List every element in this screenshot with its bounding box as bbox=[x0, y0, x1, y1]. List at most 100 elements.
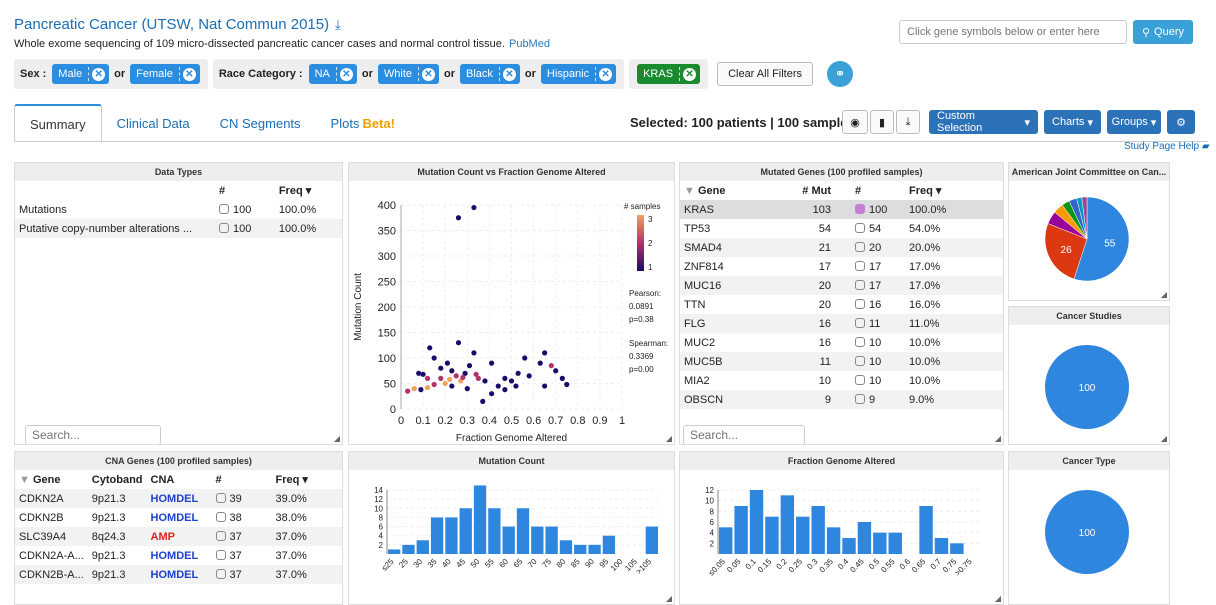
study-title-text[interactable]: Pancreatic Cancer (UTSW, Nat Commun 2015… bbox=[14, 16, 329, 33]
gene-header[interactable]: ▼ Gene bbox=[680, 181, 790, 200]
mutation-count-bar-chart[interactable]: 2468101214 ≤25 25 30 35 40 45 50 55 60 65 70 75 80 85 9… bbox=[349, 470, 675, 605]
checkbox[interactable] bbox=[219, 222, 229, 233]
gene-name[interactable]: CDKN2B bbox=[15, 508, 88, 527]
remove-icon[interactable]: ✕ bbox=[599, 67, 613, 81]
table-row[interactable]: SMAD4 21 20 20.0% bbox=[680, 238, 1003, 257]
custom-selection-button[interactable]: Custom Selection ▾ bbox=[929, 110, 1038, 134]
filter-chip-hispanic[interactable]: Hispanic ✕ bbox=[540, 64, 617, 84]
scatter-plot[interactable]: 0 0.1 0.2 0.3 0.4 0.5 0.6 0.7 0.8 0.9 105010015020… bbox=[349, 181, 675, 445]
filter-chip-kras[interactable]: KRAS ✕ bbox=[637, 64, 701, 84]
checkbox[interactable] bbox=[855, 393, 865, 404]
filter-chip-female[interactable]: Female ✕ bbox=[130, 64, 200, 84]
tab-summary[interactable]: Summary bbox=[14, 104, 102, 142]
gene-name[interactable]: MUC16 bbox=[680, 276, 790, 295]
table-row[interactable]: CDKN2B-A... 9p21.3 HOMDEL 37 37.0% bbox=[15, 565, 342, 584]
checkbox[interactable] bbox=[855, 260, 865, 271]
table-row[interactable]: Mutations 100 100.0% bbox=[15, 200, 342, 219]
gene-name[interactable]: MIA2 bbox=[680, 371, 790, 390]
table-row[interactable]: TP53 54 54 54.0% bbox=[680, 219, 1003, 238]
filter-chip-black[interactable]: Black ✕ bbox=[460, 64, 520, 84]
cancer-studies-pie-chart[interactable]: 100 bbox=[1009, 325, 1169, 445]
query-button[interactable]: ⚲ Query bbox=[1133, 20, 1193, 44]
freq-header[interactable]: Freq ▾ bbox=[275, 181, 342, 200]
table-row[interactable]: MIA2 10 10 10.0% bbox=[680, 371, 1003, 390]
checkbox[interactable] bbox=[215, 530, 226, 541]
checkbox[interactable] bbox=[215, 492, 226, 503]
gene-query-input[interactable] bbox=[899, 20, 1127, 44]
download-icon[interactable]: ⤓ bbox=[335, 17, 341, 32]
groups-button[interactable]: Groups ▾ bbox=[1107, 110, 1161, 134]
gene-name[interactable]: CDKN2A bbox=[15, 489, 88, 508]
table-row[interactable]: Putative copy-number alterations ... 100 1… bbox=[15, 219, 342, 238]
remove-icon[interactable]: ✕ bbox=[182, 67, 196, 81]
mut-header[interactable]: # Mut bbox=[790, 181, 835, 200]
checkbox[interactable] bbox=[855, 355, 865, 366]
resize-handle[interactable]: ◢ bbox=[1161, 434, 1167, 443]
gene-name[interactable]: TP53 bbox=[680, 219, 790, 238]
pubmed-link[interactable]: PubMed bbox=[509, 38, 550, 50]
checkbox[interactable] bbox=[855, 222, 865, 233]
table-row[interactable]: CDKN2B 9p21.3 HOMDEL 38 38.0% bbox=[15, 508, 342, 527]
remove-icon[interactable]: ✕ bbox=[683, 67, 697, 81]
gene-name[interactable]: FLG bbox=[680, 314, 790, 333]
table-row[interactable]: OBSCN 9 9 9.0% bbox=[680, 390, 1003, 409]
gene-name[interactable]: CDKN2B-A... bbox=[15, 565, 88, 584]
freq-header[interactable]: Freq ▾ bbox=[272, 470, 342, 489]
gene-name[interactable]: TTN bbox=[680, 295, 790, 314]
table-row[interactable]: MUC2 16 10 10.0% bbox=[680, 333, 1003, 352]
checkbox[interactable] bbox=[219, 203, 229, 214]
gene-name[interactable]: CDKN2A-A... bbox=[15, 546, 88, 565]
checkbox[interactable] bbox=[215, 549, 226, 560]
gene-name[interactable]: MUC5B bbox=[680, 352, 790, 371]
resize-handle[interactable]: ◢ bbox=[995, 594, 1001, 603]
remove-icon[interactable]: ✕ bbox=[502, 67, 516, 81]
checkbox[interactable] bbox=[855, 374, 865, 385]
count-header[interactable]: # bbox=[835, 181, 905, 200]
bookmark-icon[interactable]: ▮ bbox=[870, 110, 894, 134]
resize-handle[interactable]: ◢ bbox=[995, 434, 1001, 443]
table-row[interactable]: KRAS 103 100 100.0% bbox=[680, 200, 1003, 219]
filter-chip-male[interactable]: Male ✕ bbox=[52, 64, 110, 84]
checkbox[interactable] bbox=[215, 568, 226, 579]
settings-gear-icon[interactable]: ⚙ bbox=[1167, 110, 1195, 134]
table-row[interactable]: MUC5B 11 10 10.0% bbox=[680, 352, 1003, 371]
gene-name[interactable]: ZNF814 bbox=[680, 257, 790, 276]
count-header[interactable]: # bbox=[212, 470, 272, 489]
checkbox[interactable] bbox=[855, 279, 865, 290]
cancer-type-pie-chart[interactable]: 100 bbox=[1009, 470, 1169, 590]
checkbox[interactable] bbox=[855, 298, 865, 309]
table-row[interactable]: ZNF814 17 17 17.0% bbox=[680, 257, 1003, 276]
cna-header[interactable]: CNA bbox=[147, 470, 212, 489]
clear-all-filters-button[interactable]: Clear All Filters bbox=[717, 62, 814, 86]
resize-handle[interactable]: ◢ bbox=[666, 434, 672, 443]
gene-name[interactable]: KRAS bbox=[680, 200, 790, 219]
link-icon[interactable]: ⚭ bbox=[827, 61, 854, 87]
fga-bar-chart[interactable]: 24681012≤0.050.05 0.10.15 0.20.25 0.30.35 0.… bbox=[680, 470, 1004, 605]
ajcc-pie-chart[interactable]: 55 26 bbox=[1009, 181, 1169, 301]
gene-name[interactable]: OBSCN bbox=[680, 390, 790, 409]
gene-name[interactable]: SMAD4 bbox=[680, 238, 790, 257]
table-row[interactable]: TTN 20 16 16.0% bbox=[680, 295, 1003, 314]
filter-chip-na[interactable]: NA ✕ bbox=[308, 64, 357, 84]
gene-name[interactable]: SLC39A4 bbox=[15, 527, 88, 546]
filter-chip-white[interactable]: White ✕ bbox=[377, 64, 439, 84]
data-types-search-input[interactable] bbox=[25, 425, 161, 444]
table-row[interactable]: MUC16 20 17 17.0% bbox=[680, 276, 1003, 295]
freq-header[interactable]: Freq ▾ bbox=[905, 181, 1003, 200]
checkbox[interactable] bbox=[855, 203, 865, 214]
resize-handle[interactable]: ◢ bbox=[666, 594, 672, 603]
mutated-genes-search-input[interactable] bbox=[683, 425, 805, 444]
tab-cn-segments[interactable]: CN Segments bbox=[205, 104, 316, 142]
checkbox[interactable] bbox=[855, 317, 865, 328]
cytoband-header[interactable]: Cytoband bbox=[88, 470, 147, 489]
study-page-help-link[interactable]: Study Page Help ▰ bbox=[1124, 141, 1210, 152]
gene-header[interactable]: ▼ Gene bbox=[15, 470, 88, 489]
count-header[interactable]: # bbox=[215, 181, 275, 200]
table-row[interactable]: CDKN2A 9p21.3 HOMDEL 39 39.0% bbox=[15, 489, 342, 508]
tab-plots[interactable]: Plots Beta! bbox=[316, 104, 410, 142]
remove-icon[interactable]: ✕ bbox=[92, 67, 106, 81]
resize-handle[interactable]: ◢ bbox=[334, 434, 340, 443]
download-icon[interactable]: ⤓ bbox=[896, 110, 920, 134]
table-row[interactable]: CDKN2A-A... 9p21.3 HOMDEL 37 37.0% bbox=[15, 546, 342, 565]
gene-name[interactable]: MUC2 bbox=[680, 333, 790, 352]
